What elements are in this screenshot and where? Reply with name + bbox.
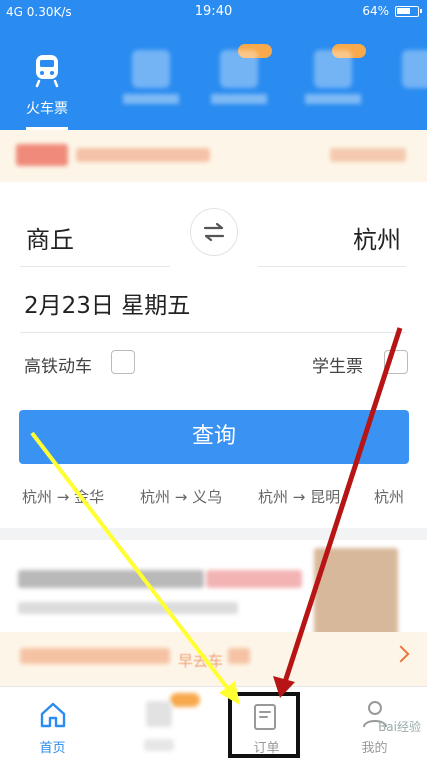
tab-blurred-3[interactable] [290, 34, 376, 130]
student-ticket-checkbox[interactable] [384, 350, 408, 374]
swap-stations-button[interactable] [190, 208, 238, 256]
battery-icon [395, 5, 422, 17]
tab-blurred-2[interactable] [196, 34, 282, 130]
swap-arrows-icon [203, 222, 225, 242]
ticket-search-card: 商丘 杭州 2月23日 星期五 高铁动车 学生票 查询 杭州 → 金华 杭州 →… [0, 182, 427, 528]
battery-status: 64% [362, 4, 422, 18]
blurred-icon [314, 50, 352, 88]
promo-image [314, 548, 398, 636]
blurred-icon [146, 701, 172, 727]
blurred-icon [220, 50, 258, 88]
home-icon [40, 702, 66, 728]
arrival-station[interactable]: 杭州 [353, 220, 401, 255]
history-item[interactable]: 杭州 → 金华 [22, 486, 104, 507]
high-speed-label: 高铁动车 [24, 357, 92, 377]
history-item[interactable]: 杭州 → 昆明 [258, 486, 340, 507]
promo-badge [170, 693, 200, 707]
battery-percent: 64% [362, 4, 389, 18]
notice-text [330, 148, 406, 162]
nav-blurred[interactable] [122, 687, 207, 759]
nav-home[interactable]: 首页 [10, 687, 95, 759]
search-button[interactable]: 查询 [19, 410, 409, 464]
bottom-nav: 首页 订单 我的 [0, 686, 427, 759]
tab-blurred-1[interactable] [108, 34, 194, 130]
promo-bar-label: 早去车 [178, 652, 224, 670]
chevron-right-icon [392, 645, 410, 663]
blurred-icon [402, 50, 427, 88]
promo-subtitle [18, 602, 238, 614]
tab-blurred-4[interactable] [384, 34, 427, 130]
notice-bar[interactable] [0, 130, 427, 182]
promo-title [206, 570, 302, 588]
promo-title [18, 570, 204, 588]
blurred-icon [132, 50, 170, 88]
tab-train-tickets-label: 火车票 [26, 101, 68, 117]
notice-text [76, 148, 210, 162]
high-speed-checkbox[interactable] [111, 350, 135, 374]
nav-home-label: 首页 [39, 741, 66, 756]
history-item[interactable]: 杭州 → 义乌 [140, 486, 222, 507]
app-header: 4G 0.30K/s 19:40 64% 火车票 [0, 0, 427, 130]
promo-bar[interactable]: 早去车 [0, 632, 427, 686]
category-tabs: 火车票 [0, 34, 427, 130]
student-ticket-label: 学生票 [312, 357, 363, 377]
nav-mine-label: 我的 [361, 741, 388, 756]
notice-icon [16, 144, 68, 166]
train-icon [35, 55, 59, 88]
promo-card[interactable]: 早去车 [0, 540, 427, 686]
status-bar: 4G 0.30K/s 19:40 64% [0, 0, 427, 26]
history-item[interactable]: 杭州 [374, 486, 404, 507]
annotation-highlight-box [228, 692, 300, 758]
tab-train-tickets[interactable]: 火车票 [4, 34, 90, 130]
departure-station[interactable]: 商丘 [26, 220, 74, 255]
watermark: Bai经验 [378, 720, 421, 734]
travel-date[interactable]: 2月23日 星期五 [24, 286, 190, 320]
